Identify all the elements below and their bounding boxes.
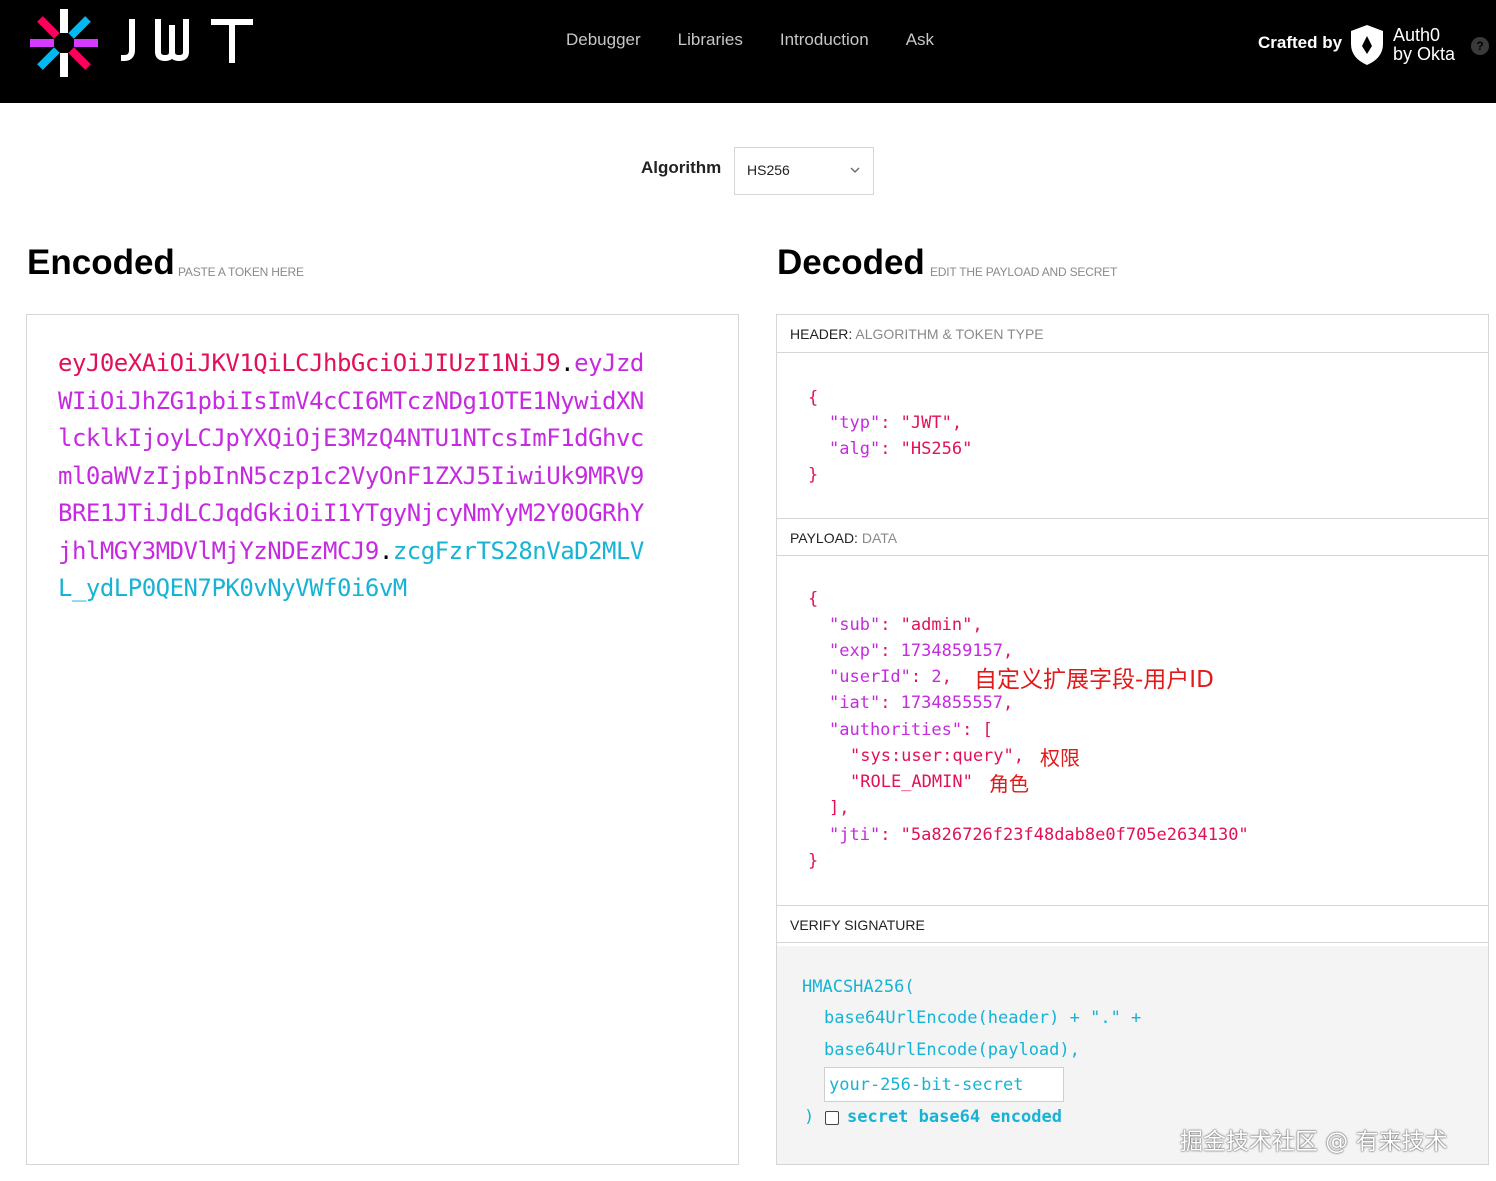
json-value: 1734859157 [900,641,1004,661]
json-value: 2 [931,667,942,687]
watermark: 掘金技术社区 @ 有来技术 [1180,1129,1448,1155]
json-brace: { [808,388,819,408]
auth0-brand-line2: by Okta [1393,44,1456,64]
base64-checkbox-label[interactable]: secret base64 encoded [847,1107,1062,1127]
header-json-editor[interactable]: { "typ": "JWT", "alg": "HS256" } [777,353,1488,518]
payload-description: DATA [861,530,898,546]
json-key: "exp" [829,641,881,661]
token-separator: . [560,349,575,377]
hmac-function: HMACSHA256( [802,977,915,997]
json-brace: } [808,465,819,485]
authority-annotation: 权限 [1040,746,1080,770]
hmac-close-paren: ) [804,1107,815,1127]
json-array-item: "sys:user:query" [850,746,1014,766]
jwt-logo-icon[interactable] [26,6,102,78]
encoded-token-editor[interactable]: eyJ0eXAiOiJKV1QiLCJhbGciOiJIUzI1NiJ9.eyJ… [26,314,739,1165]
algorithm-selected-value: HS256 [747,162,790,178]
base64-checkbox[interactable] [825,1111,839,1125]
algorithm-label: Algorithm [641,158,722,177]
verify-label: VERIFY SIGNATURE [790,917,925,933]
role-annotation: 角色 [989,772,1029,796]
json-key: "sub" [829,615,881,635]
json-value: "5a826726f23f48dab8e0f705e2634130" [900,825,1249,845]
nav-introduction[interactable]: Introduction [780,28,869,52]
json-value: "HS256" [900,439,973,459]
json-array-close: ], [829,798,850,818]
json-array-item: "ROLE_ADMIN" [850,772,973,792]
json-brace: { [808,589,819,609]
token-separator: . [378,536,393,565]
main-nav: Debugger Libraries Introduction Ask [566,28,971,52]
json-key: "authorities" [829,720,963,740]
jwt-wordmark-logo[interactable] [118,18,256,64]
decoded-title: Decoded [777,243,925,282]
nav-debugger[interactable]: Debugger [566,28,641,52]
json-value: 1734855557 [900,693,1004,713]
json-key: "typ" [829,413,881,433]
userid-annotation: 自定义扩展字段-用户ID [974,667,1214,693]
payload-json-editor[interactable]: { "sub": "admin", "exp": 1734859157, "us… [777,556,1488,905]
algorithm-select[interactable]: HS256 [734,147,874,195]
crafted-by-label: Crafted by [1258,33,1343,52]
json-key: "alg" [829,439,881,459]
token-header-part: eyJ0eXAiOiJKV1QiLCJhbGciOiJIUzI1NiJ9 [58,349,561,377]
verify-header-expr: base64UrlEncode(header) + "." + [824,1008,1142,1028]
encoded-title: Encoded [27,243,175,282]
nav-libraries[interactable]: Libraries [678,28,743,52]
token-payload-part: eyJzdWIiOiJhZG1pbiIsImV4cCI6MTczNDg1OTE1… [58,349,644,565]
encoded-token-text[interactable]: eyJ0eXAiOiJKV1QiLCJhbGciOiJIUzI1NiJ9.eyJ… [58,345,648,608]
header-label: HEADER: [790,326,853,342]
header-description: ALGORITHM & TOKEN TYPE [855,326,1044,342]
json-key: "userId" [829,667,911,687]
json-value: "admin" [900,615,973,635]
auth0-shield-icon[interactable] [1350,24,1384,66]
json-key: "iat" [829,693,881,713]
header-section-title: HEADER: ALGORITHM & TOKEN TYPE [777,315,1488,353]
auth0-brand[interactable]: Auth0 by Okta [1393,26,1455,64]
top-navbar: Debugger Libraries Introduction Ask Craf… [0,0,1496,103]
auth0-brand-line1: Auth0 [1393,25,1441,45]
nav-ask[interactable]: Ask [906,28,934,52]
chevron-down-icon [850,167,860,173]
json-key: "jti" [829,825,881,845]
json-value: "JWT" [900,413,952,433]
help-icon[interactable]: ? [1471,37,1489,55]
payload-label: PAYLOAD: [790,530,858,546]
secret-input[interactable] [824,1067,1064,1102]
encoded-subtitle: PASTE A TOKEN HERE [178,265,304,279]
verify-section-title: VERIFY SIGNATURE [777,905,1488,943]
decoded-subtitle: EDIT THE PAYLOAD AND SECRET [930,265,1118,279]
json-brace: } [808,851,819,871]
verify-payload-expr: base64UrlEncode(payload), [824,1040,1080,1060]
decoded-panel: HEADER: ALGORITHM & TOKEN TYPE { "typ": … [776,314,1489,1165]
payload-section-title: PAYLOAD: DATA [777,518,1488,556]
